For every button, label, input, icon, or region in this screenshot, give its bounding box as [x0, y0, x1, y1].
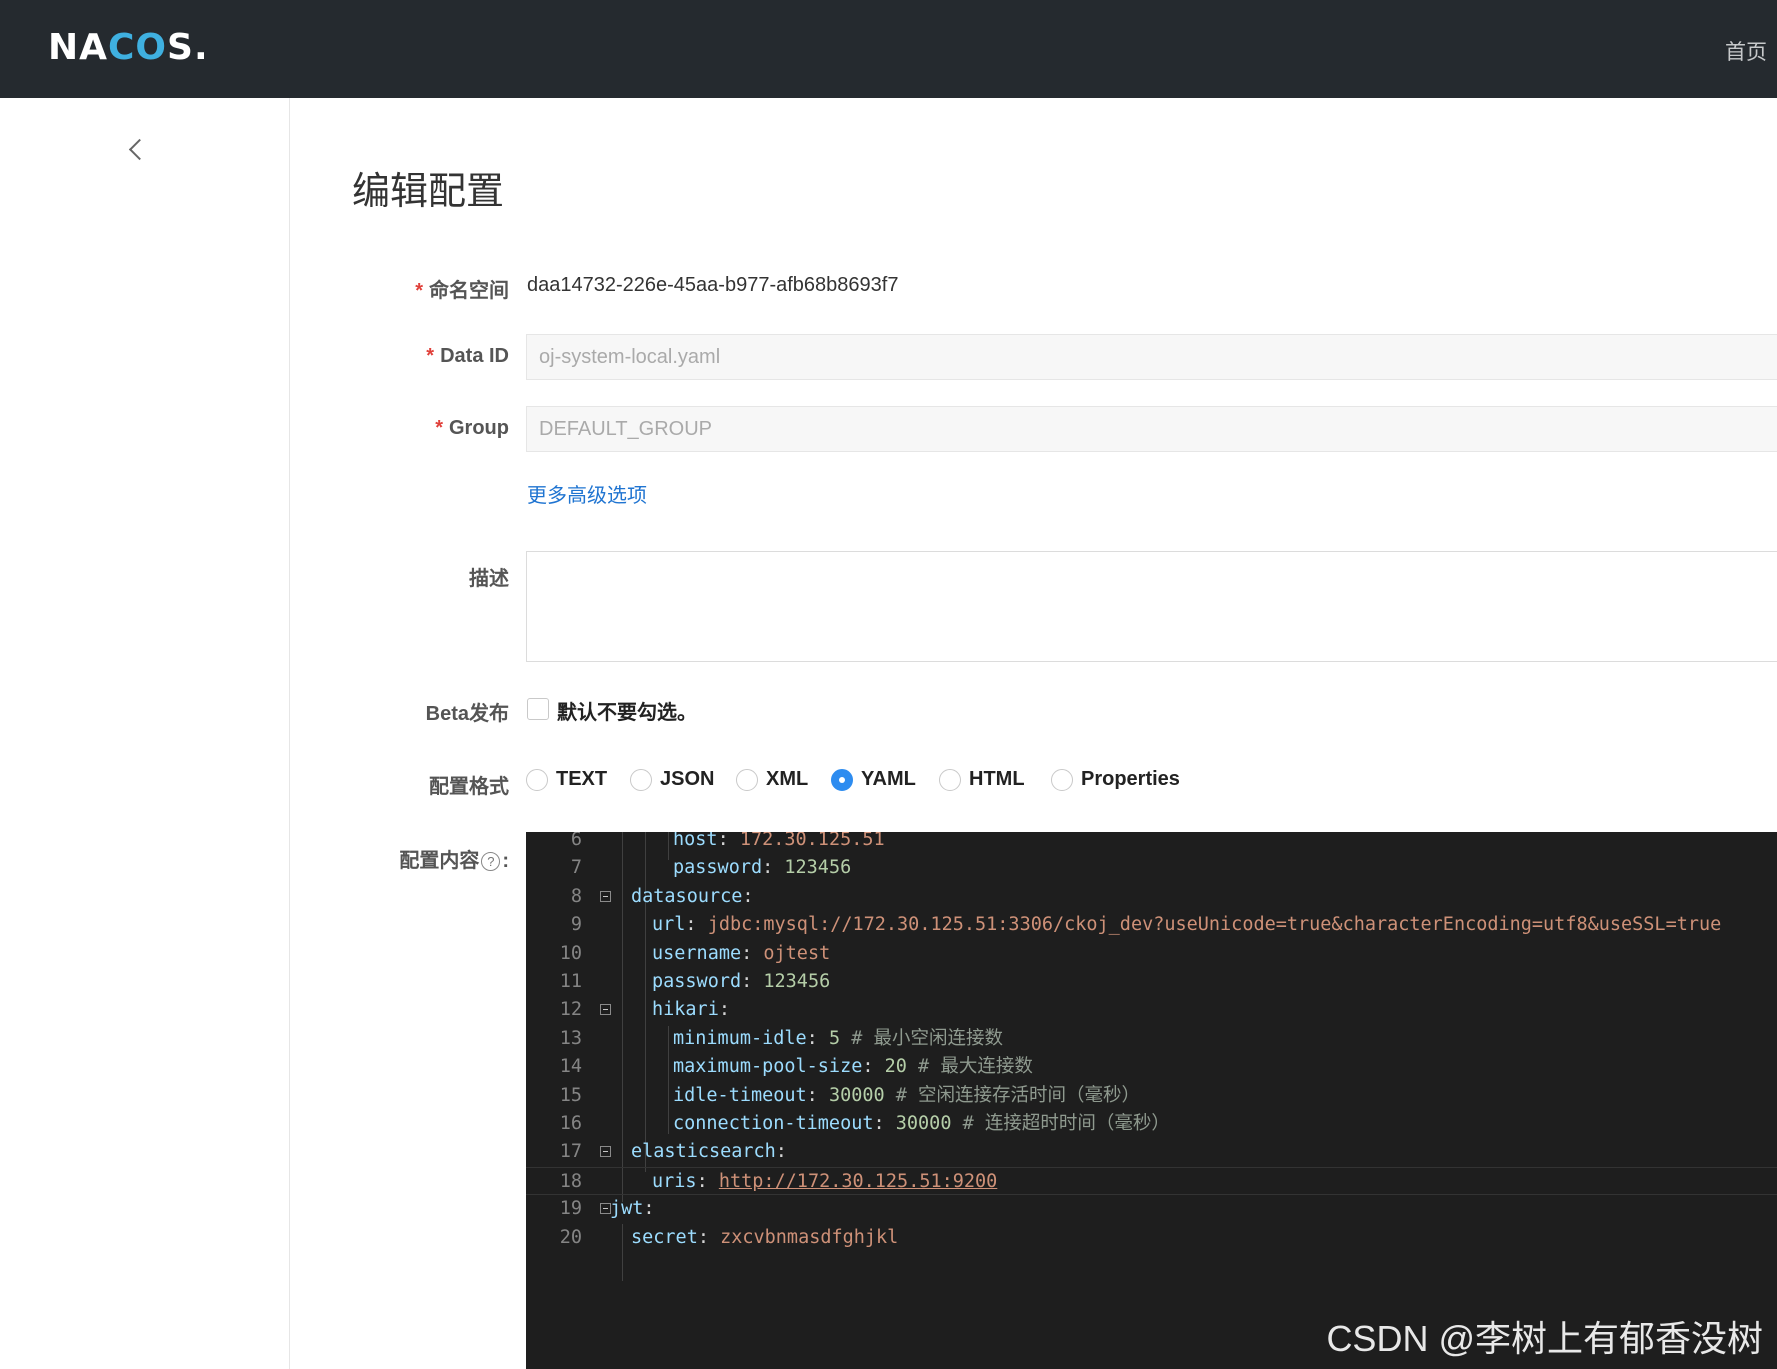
- help-icon[interactable]: ?: [481, 852, 501, 872]
- code-text: password: 123456: [652, 971, 831, 992]
- code-line[interactable]: 9 url: jdbc:mysql://172.30.125.51:3306/ck…: [526, 911, 1777, 939]
- line-number: 12: [559, 999, 582, 1021]
- code-line[interactable]: 16 connection-timeout: 30000 # 连接超时时间（毫秒）: [526, 1110, 1777, 1138]
- format-radio-properties[interactable]: Properties: [1051, 768, 1180, 791]
- data-id-input[interactable]: oj-system-local.yaml: [526, 334, 1777, 380]
- code-text: jwt:: [610, 1198, 655, 1220]
- code-text: datasource:: [631, 885, 754, 907]
- namespace-label: * 命名空间: [415, 280, 509, 302]
- top-navbar: NACOS. 首页: [0, 0, 1777, 98]
- code-text: hikari:: [652, 999, 730, 1021]
- description-label: 描述: [469, 568, 509, 590]
- line-number: 9: [570, 914, 582, 936]
- code-line[interactable]: 17 elasticsearch:: [526, 1138, 1777, 1166]
- fold-toggle-icon[interactable]: [600, 1004, 611, 1016]
- required-mark: *: [435, 417, 443, 439]
- advanced-options-link[interactable]: 更多高级选项: [527, 479, 647, 508]
- group-label: * Group: [435, 417, 509, 439]
- radio-circle[interactable]: [736, 768, 758, 791]
- radio-circle[interactable]: [1051, 768, 1073, 791]
- line-number: 19: [559, 1198, 582, 1220]
- nacos-logo[interactable]: NACOS.: [48, 27, 209, 68]
- watermark: CSDN @李树上有郁香没树: [1326, 1318, 1763, 1359]
- code-text: host: 172.30.125.51: [673, 832, 885, 850]
- code-line[interactable]: 14 maximum-pool-size: 20 # 最大连接数: [526, 1053, 1777, 1081]
- format-radio-html[interactable]: HTML: [939, 768, 1025, 791]
- radio-circle[interactable]: [630, 768, 652, 791]
- code-line[interactable]: 13 minimum-idle: 5 # 最小空闲连接数: [526, 1025, 1777, 1053]
- code-text: password: 123456: [673, 857, 852, 879]
- code-text: secret: zxcvbnmasdfghjkl: [631, 1226, 899, 1248]
- code-text: uris: http://172.30.125.51:9200: [652, 1170, 998, 1192]
- line-number: 18: [559, 1170, 582, 1192]
- required-mark: *: [415, 280, 423, 302]
- radio-circle-selected[interactable]: [831, 768, 853, 791]
- line-number: 13: [559, 1027, 582, 1049]
- beta-checkbox[interactable]: [527, 698, 549, 720]
- line-number: 10: [559, 942, 582, 964]
- fold-toggle-icon[interactable]: [600, 1146, 611, 1158]
- format-label: 配置格式: [429, 776, 509, 798]
- group-input[interactable]: DEFAULT_GROUP: [526, 406, 1777, 452]
- format-radio-text[interactable]: TEXT: [526, 768, 607, 791]
- line-number: 6: [570, 832, 582, 850]
- required-mark: *: [426, 345, 435, 367]
- line-number: 17: [559, 1141, 582, 1163]
- format-radio-yaml[interactable]: YAML: [831, 768, 916, 791]
- page-title: 编辑配置: [352, 171, 505, 213]
- code-line[interactable]: 12 hikari:: [526, 996, 1777, 1024]
- beta-label: Beta发布: [425, 703, 509, 725]
- code-line[interactable]: 11 password: 123456: [526, 968, 1777, 996]
- code-line[interactable]: 18 uris: http://172.30.125.51:9200: [526, 1166, 1777, 1195]
- code-line[interactable]: 15 idle-timeout: 30000 # 空闲连接存活时间（毫秒）: [526, 1082, 1777, 1110]
- code-line[interactable]: 10 username: ojtest: [526, 940, 1777, 968]
- code-text: minimum-idle: 5 # 最小空闲连接数: [673, 1027, 1003, 1049]
- code-text: username: ojtest: [652, 942, 831, 964]
- sidebar: [0, 98, 290, 1369]
- line-number: 20: [559, 1226, 582, 1248]
- code-line[interactable]: 8 datasource:: [526, 883, 1777, 911]
- line-number: 15: [559, 1084, 582, 1106]
- radio-circle[interactable]: [939, 768, 961, 791]
- line-number: 8: [570, 885, 582, 907]
- line-number: 14: [559, 1056, 582, 1078]
- chevron-left-icon[interactable]: [128, 138, 151, 161]
- data-id-label: * Data ID: [426, 345, 509, 367]
- line-number: 16: [559, 1113, 582, 1134]
- line-number: 7: [570, 857, 582, 879]
- code-line[interactable]: 19 jwt:: [526, 1195, 1777, 1223]
- content-label: 配置内容?:: [399, 850, 509, 872]
- line-number: 11: [559, 971, 582, 992]
- code-text: connection-timeout: 30000 # 连接超时时间（毫秒）: [673, 1113, 1170, 1134]
- code-text: url: jdbc:mysql://172.30.125.51:3306/cko…: [652, 914, 1722, 936]
- description-textarea[interactable]: [526, 551, 1777, 662]
- radio-circle[interactable]: [526, 768, 548, 791]
- code-text: maximum-pool-size: 20 # 最大连接数: [673, 1056, 1033, 1078]
- namespace-value: daa14732-226e-45aa-b977-afb68b8693f7: [527, 274, 899, 296]
- code-line[interactable]: 20 secret: zxcvbnmasdfghjkl: [526, 1224, 1777, 1252]
- format-radio-xml[interactable]: XML: [736, 768, 808, 791]
- beta-checkbox-label[interactable]: 默认不要勾选。: [557, 696, 697, 725]
- code-editor[interactable]: 6 host: 172.30.125.51 7 password: 123456 8 da…: [526, 832, 1777, 1369]
- fold-toggle-icon[interactable]: [600, 890, 611, 902]
- code-text: idle-timeout: 30000 # 空闲连接存活时间（毫秒）: [673, 1084, 1141, 1106]
- code-line[interactable]: 6 host: 172.30.125.51: [526, 832, 1777, 854]
- format-radio-json[interactable]: JSON: [630, 768, 714, 791]
- code-text: elasticsearch:: [631, 1141, 787, 1163]
- home-link[interactable]: 首页: [1725, 36, 1767, 66]
- code-line[interactable]: 7 password: 123456: [526, 854, 1777, 882]
